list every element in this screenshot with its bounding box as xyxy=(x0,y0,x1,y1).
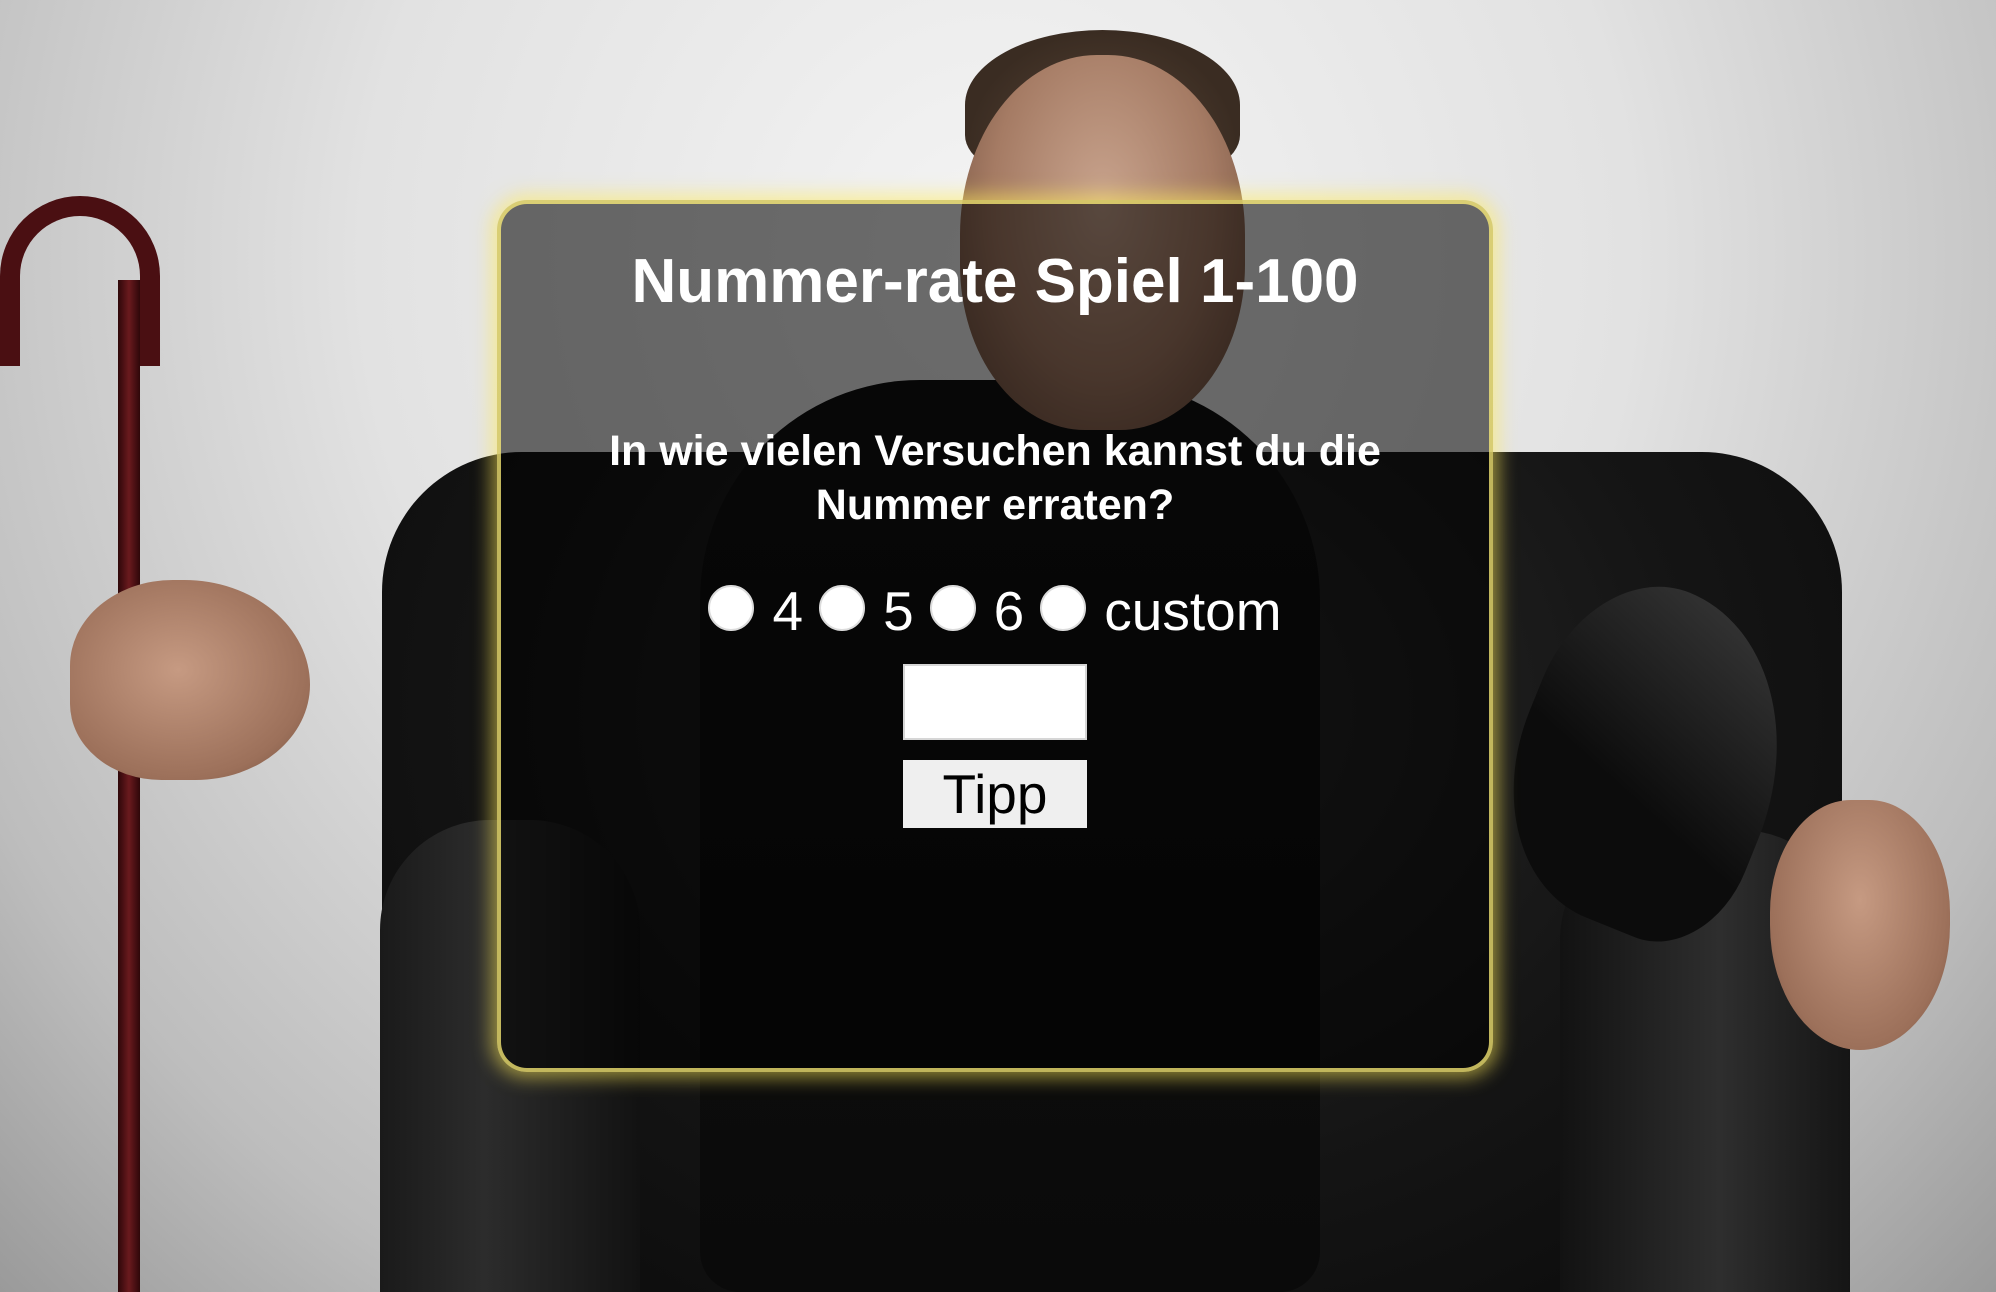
radio-custom[interactable] xyxy=(1040,585,1087,631)
right-hand-shape xyxy=(1770,800,1950,1050)
attempts-radio-group: 4 5 6 custom xyxy=(501,580,1489,642)
attempt-option-label: 5 xyxy=(883,580,914,642)
radio-5[interactable] xyxy=(819,585,866,631)
page: Nummer-rate Spiel 1-100 In wie vielen Ve… xyxy=(0,0,1996,1292)
radio-6[interactable] xyxy=(929,585,976,631)
guess-input[interactable] xyxy=(903,664,1087,740)
attempt-option-4[interactable]: 4 xyxy=(708,580,803,642)
tipp-button[interactable]: Tipp xyxy=(903,760,1087,828)
game-title: Nummer-rate Spiel 1-100 xyxy=(631,247,1359,316)
left-hand-shape xyxy=(70,580,310,780)
attempt-option-label: 6 xyxy=(993,580,1025,642)
game-panel: Nummer-rate Spiel 1-100 In wie vielen Ve… xyxy=(497,200,1493,1072)
attempt-option-label: custom xyxy=(1104,580,1282,642)
radio-4[interactable] xyxy=(708,585,755,631)
attempt-option-custom[interactable]: custom xyxy=(1040,580,1282,642)
attempt-option-label: 4 xyxy=(772,580,804,642)
cane-stick-shape xyxy=(118,280,140,1292)
guess-input-row xyxy=(501,664,1489,740)
attempts-question: In wie vielen Versuchen kannst du die Nu… xyxy=(609,427,1381,529)
attempt-option-5[interactable]: 5 xyxy=(819,580,914,642)
submit-row: Tipp xyxy=(501,760,1489,828)
attempt-option-6[interactable]: 6 xyxy=(929,580,1025,642)
